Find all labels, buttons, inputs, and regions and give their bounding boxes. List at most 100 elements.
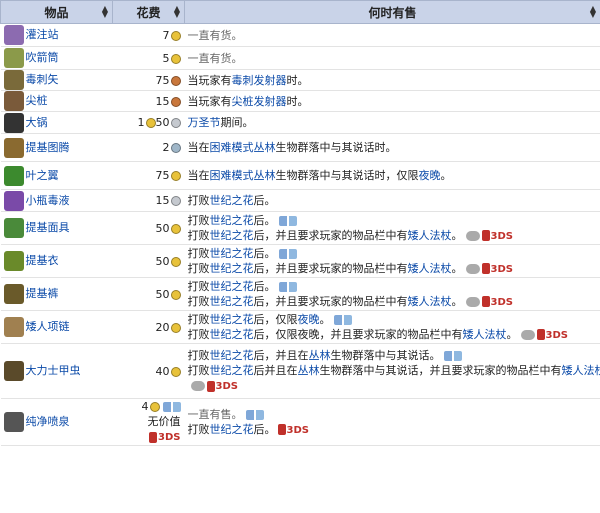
condition-link[interactable]: 世纪之花 [210,214,254,227]
tiki-shirt-icon [3,251,24,271]
condition-text: 生物群落中与其说话。 [330,349,441,362]
silver-coin-icon [170,196,181,206]
condition-text: 后，仅限 [253,312,298,326]
condition-text: 。 [506,327,518,341]
item-link[interactable]: 纯净喷泉 [26,415,70,428]
condition-link[interactable]: 矮人法杖 [562,364,600,377]
cost-value: 75 [155,73,170,87]
table-row: 小瓶毒液 15 打败世纪之花后。 [0,189,600,212]
table-row: 提基裤 50 打败世纪之花后。 打败世纪之花后，并且要求玩家的物品栏中有矮人法杖。 3D… [0,277,600,311]
condition-link[interactable]: 尖桩发射器 [232,95,287,108]
condition-link[interactable]: 世纪之花 [210,328,254,341]
item-link[interactable]: 毒刺矢 [26,73,59,86]
condition-link[interactable]: 世纪之花 [210,280,254,293]
sort-icon[interactable]: ▲ ▼ [590,5,596,19]
stake-icon [3,91,24,111]
3ds-icon [481,230,490,241]
condition-text: 。 [440,169,452,182]
item-link[interactable]: 矮人项链 [26,320,70,333]
condition-link[interactable]: 世纪之花 [210,194,254,207]
imbuing-station-icon [3,25,24,45]
condition-text: 时。 [286,73,309,87]
cost-cell: 75 [112,161,185,190]
condition-link[interactable]: 丛林 [309,349,331,362]
item-link[interactable]: 叶之翼 [26,169,59,182]
item-link[interactable]: 吹箭筒 [26,51,59,64]
3ds-icon [149,431,158,443]
condition-link[interactable]: 夜晚 [419,169,441,182]
cauldron-icon [3,112,24,133]
condition-link[interactable]: 世纪之花 [210,295,254,308]
availability-line: 打败世纪之花后并且在丛林生物群落中与其说话，并且要求玩家的物品栏中有矮人法杖。 [188,363,600,378]
3ds-label: 3DS [490,296,513,308]
condition-link[interactable]: 世纪之花 [210,349,254,362]
item-link[interactable]: 提基图腾 [26,141,70,154]
condition-link[interactable]: 世纪之花 [210,262,254,275]
item-cell: 提基图腾 [0,133,113,162]
condition-link[interactable]: 矮人法杖 [408,229,452,242]
item-link[interactable]: 尖桩 [26,94,48,107]
item-link[interactable]: 大锅 [26,116,48,129]
controller-icon [465,296,480,307]
controller-icon [520,329,535,340]
condition-text: 当在 [187,141,210,154]
table-row: 尖桩 15 当玩家有尖桩发射器时。 [0,90,600,112]
condition-text: 一直有货。 [187,51,243,65]
cost-cell: 15 [112,90,185,112]
cost-value: 7 [162,28,170,42]
item-cell: 大力士甲虫 [0,343,113,399]
pure-water-fountain-icon [3,412,24,432]
platform-pc-mobile-icon [278,248,297,259]
condition-link[interactable]: 万圣节 [188,116,221,129]
sort-icon[interactable]: ▲ ▼ [102,5,108,19]
column-header-cost[interactable]: 花费 ▲ ▼ [112,0,185,24]
condition-link[interactable]: 毒刺发射器 [232,74,287,87]
gold-coin-icon [170,256,181,267]
tiki-totem-icon [3,137,24,158]
condition-link[interactable]: 矮人法杖 [408,295,452,308]
3ds-label: 3DS [286,424,309,436]
cost-cell: 5 [112,46,185,70]
table-row: 提基衣 50 打败世纪之花后。 打败世纪之花后，并且要求玩家的物品栏中有矮人法杖。 3D… [0,244,600,278]
item-cell: 矮人项链 [0,310,113,344]
condition-text: 。 [451,294,463,308]
condition-link[interactable]: 困难模式丛林 [210,169,276,182]
cost-value: 4 [141,400,149,413]
condition-link[interactable]: 矮人法杖 [463,328,507,341]
availability-cell: 打败世纪之花后。 [184,189,600,212]
availability-line: 万圣节期间。 [188,115,598,130]
availability-cell: 一直有货。 [184,23,600,47]
cost-value: 2 [162,141,170,154]
condition-link[interactable]: 世纪之花 [210,229,254,242]
item-link[interactable]: 提基衣 [26,254,59,267]
table-row: 大锅 1 50 万圣节期间。 [0,111,600,134]
condition-link[interactable]: 丛林 [298,364,320,377]
condition-text: 当玩家有 [187,73,232,87]
condition-link[interactable]: 夜晚 [298,313,320,326]
gold-coin-icon [170,30,181,41]
cost-value: 50 [155,254,170,268]
availability-cell: 当在困难模式丛林生物群落中与其说话时。 [184,133,600,162]
condition-text: 后，并且要求玩家的物品栏中有 [253,261,408,275]
availability-line: 打败世纪之花后。 [188,193,598,208]
platform-pc-mobile-icon [278,281,297,292]
cost-value: 15 [155,194,170,207]
condition-link[interactable]: 困难模式丛林 [210,141,276,154]
sort-icon[interactable]: ▲ ▼ [174,5,180,19]
item-link[interactable]: 提基面具 [26,221,70,234]
condition-link[interactable]: 矮人法杖 [408,262,452,275]
condition-text: 后，仅限夜晚，并且要求玩家的物品栏中有 [253,327,463,341]
condition-link[interactable]: 世纪之花 [210,247,254,260]
item-link[interactable]: 提基裤 [26,287,59,300]
condition-text: 打败 [187,294,210,308]
item-link[interactable]: 灌注站 [26,28,59,41]
item-cell: 纯净喷泉 [0,398,113,446]
item-link[interactable]: 小瓶毒液 [26,194,70,207]
condition-link[interactable]: 世纪之花 [210,313,254,326]
column-header-when[interactable]: 何时有售 ▲ ▼ [184,0,600,24]
table-row: 矮人项链 20 打败世纪之花后，仅限夜晚。 打败世纪之花后，仅限夜晚，并且要求玩家的物… [0,310,600,344]
column-header-item[interactable]: 物品 ▲ ▼ [0,0,113,24]
condition-link[interactable]: 世纪之花 [210,423,254,436]
condition-link[interactable]: 世纪之花 [210,364,254,377]
item-link[interactable]: 大力士甲虫 [26,364,81,377]
